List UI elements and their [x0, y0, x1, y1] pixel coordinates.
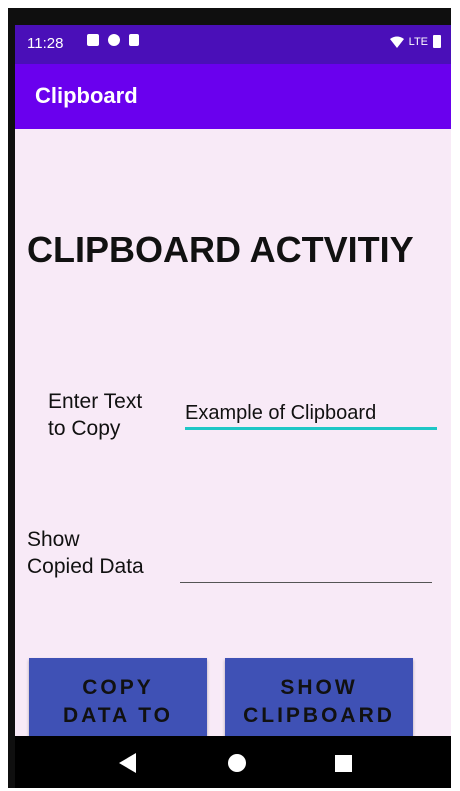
status-bar: 11:28 LTE: [15, 25, 451, 64]
status-right: LTE: [389, 35, 441, 48]
phone-frame: 11:28 LTE Clipboard CLIPBOARD ACTVITIY E…: [8, 8, 451, 788]
recents-icon[interactable]: [335, 755, 352, 772]
sd-card-icon: [129, 34, 139, 46]
home-icon[interactable]: [228, 754, 246, 772]
show-button-line2: CLIPBOARD: [243, 704, 395, 727]
main-content: CLIPBOARD ACTVITIY Enter Text to Copy Sh…: [15, 129, 451, 736]
copy-button-line2: DATA TO: [62, 704, 174, 727]
back-icon[interactable]: [119, 753, 136, 773]
enter-text-label: Enter Text to Copy: [48, 388, 142, 442]
app-bar: Clipboard: [15, 64, 451, 129]
page-title: CLIPBOARD ACTVITIY: [27, 229, 414, 270]
data-saver-icon: [108, 34, 120, 46]
enter-text-label-line1: Enter Text: [48, 390, 143, 413]
show-copied-label-line2: Copied Data: [27, 555, 144, 578]
show-copied-label: Show Copied Data: [27, 526, 144, 580]
navigation-bar: [15, 736, 451, 788]
copy-text-input[interactable]: [185, 399, 437, 430]
show-copied-label-line1: Show: [27, 528, 80, 551]
app-title: Clipboard: [35, 83, 138, 108]
show-clipboard-button[interactable]: SHOW CLIPBOARD: [225, 658, 413, 736]
battery-icon: [433, 35, 441, 48]
enter-text-label-line2: to Copy: [48, 417, 121, 440]
status-time: 11:28: [27, 35, 64, 52]
copied-data-field: [180, 556, 432, 583]
copy-button-line1: COPY: [82, 676, 154, 699]
network-type: LTE: [408, 35, 428, 48]
wifi-icon: [389, 36, 404, 48]
message-icon: [87, 34, 99, 46]
notification-icons: [87, 34, 139, 46]
copy-data-button[interactable]: COPY DATA TO: [29, 658, 207, 736]
show-button-line1: SHOW: [280, 676, 358, 699]
